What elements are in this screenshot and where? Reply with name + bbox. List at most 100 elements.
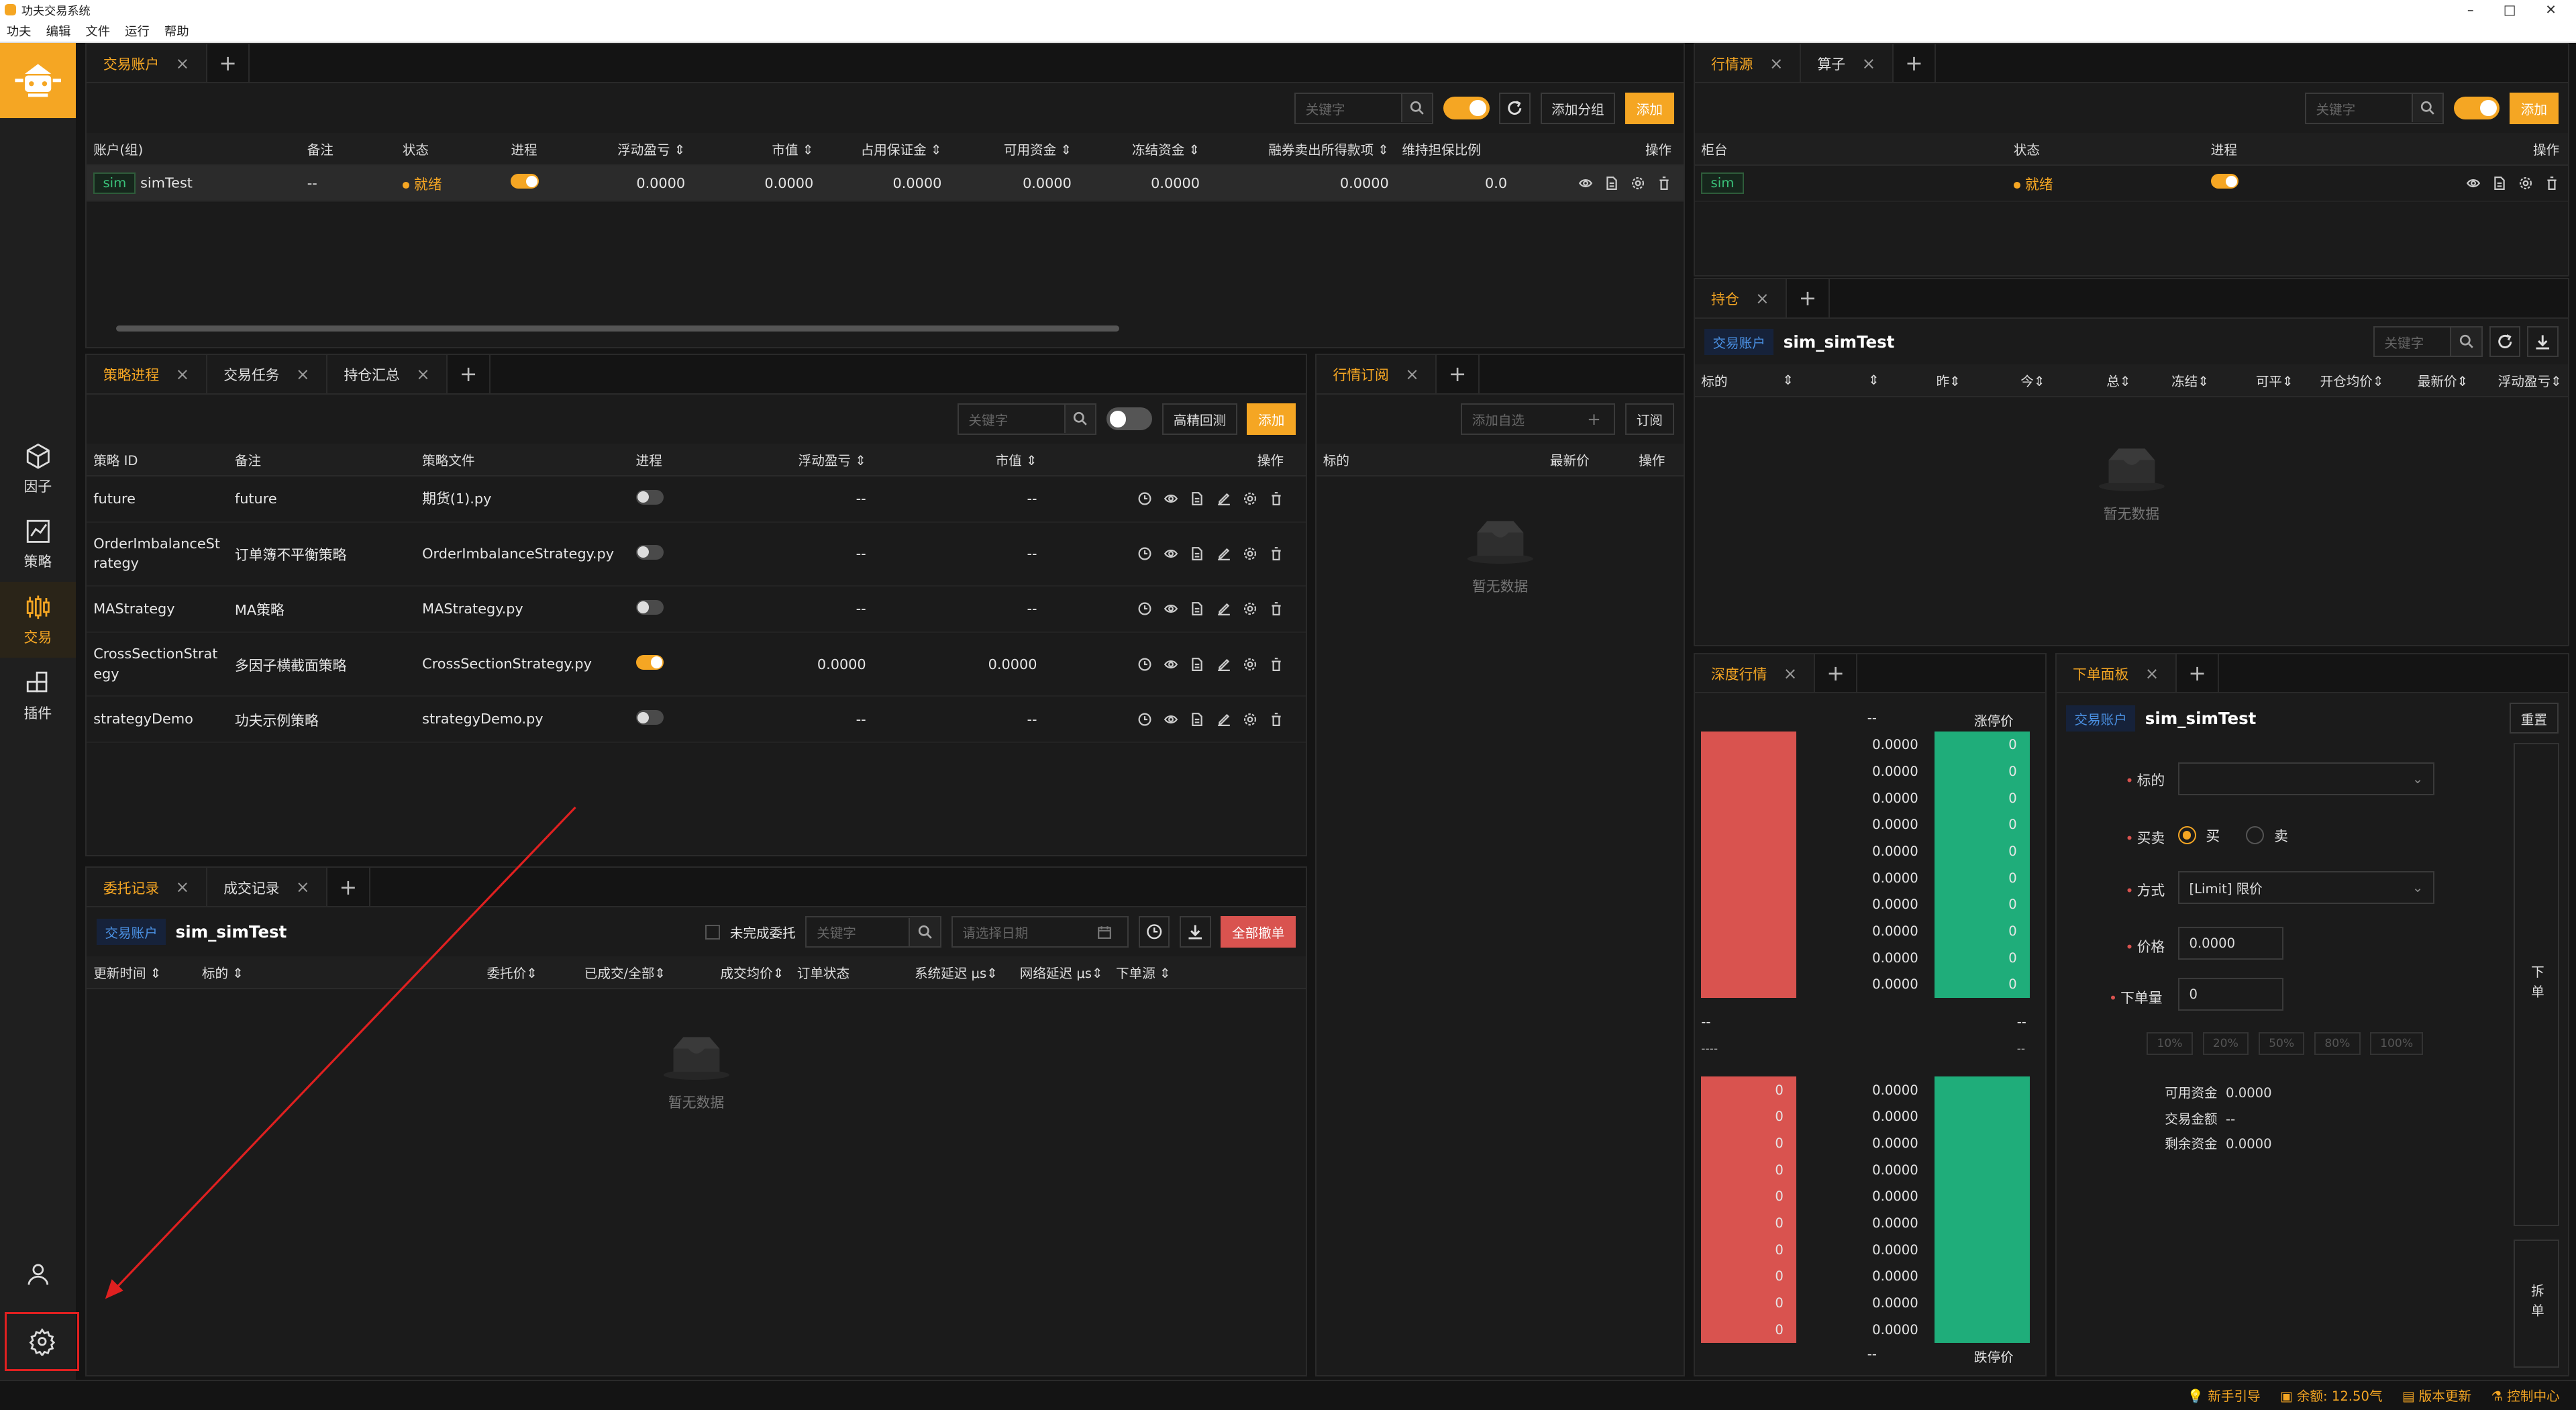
- eye-icon[interactable]: [1164, 491, 1178, 506]
- plus-icon[interactable]: +: [1587, 409, 1601, 429]
- calendar-icon[interactable]: [1097, 925, 1112, 940]
- table-row[interactable]: MAStrategy MA策略 MAStrategy.py -- --: [87, 587, 1306, 633]
- col-header[interactable]: 已成交/全部: [584, 966, 655, 981]
- horizontal-scrollbar[interactable]: [116, 325, 1119, 332]
- minimize-button[interactable]: –: [2467, 2, 2474, 17]
- col-header[interactable]: 占用保证金: [861, 142, 927, 158]
- refresh-icon[interactable]: [2489, 325, 2521, 358]
- col-header[interactable]: 浮动盈亏: [798, 453, 851, 468]
- gear-icon[interactable]: [2518, 176, 2533, 191]
- eye-icon[interactable]: [1164, 601, 1178, 616]
- menu-file[interactable]: 文件: [85, 22, 110, 40]
- tab-position-summary[interactable]: 持仓汇总 ×: [327, 354, 448, 393]
- sidebar-item-strategy[interactable]: 策略: [0, 507, 76, 583]
- percent-20-button[interactable]: 20%: [2202, 1032, 2249, 1056]
- search-input[interactable]: 关键字: [807, 922, 909, 942]
- cancel-all-button[interactable]: 全部撤单: [1221, 916, 1296, 948]
- col-header[interactable]: 可平: [2256, 374, 2282, 389]
- close-button[interactable]: ✕: [2545, 2, 2556, 17]
- add-tab-button[interactable]: +: [327, 868, 370, 906]
- subscribe-button[interactable]: 订阅: [1625, 403, 1674, 435]
- trash-icon[interactable]: [1269, 657, 1284, 672]
- order-type-select[interactable]: [Limit] 限价 ⌄: [2177, 871, 2434, 905]
- add-tab-button[interactable]: +: [1815, 654, 1858, 693]
- tab-strategy-process[interactable]: 策略进程 ×: [87, 354, 207, 393]
- tab-depth-market[interactable]: 深度行情 ×: [1694, 654, 1815, 693]
- menu-edit[interactable]: 编辑: [46, 22, 71, 40]
- date-input[interactable]: 请选择日期: [953, 922, 1098, 942]
- gear-icon[interactable]: [1631, 176, 1645, 191]
- col-header[interactable]: 成交均价: [720, 966, 772, 981]
- close-icon[interactable]: ×: [1769, 54, 1784, 73]
- strategy-process-toggle[interactable]: [635, 544, 664, 560]
- history-icon[interactable]: [1137, 491, 1152, 506]
- col-header[interactable]: 系统延迟 μs: [915, 966, 986, 981]
- gear-icon[interactable]: [1243, 491, 1257, 506]
- process-toggle[interactable]: [1106, 407, 1153, 431]
- col-header[interactable]: 浮动盈亏: [2498, 374, 2551, 389]
- percent-80-button[interactable]: 80%: [2314, 1032, 2361, 1056]
- col-header[interactable]: 融券卖出所得款项: [1268, 142, 1374, 158]
- backtest-button[interactable]: 高精回测: [1162, 403, 1237, 435]
- file-icon[interactable]: [1190, 657, 1204, 672]
- col-header[interactable]: 冻结资金: [1132, 142, 1184, 158]
- edit-icon[interactable]: [1217, 712, 1231, 727]
- col-header[interactable]: 账户(组): [87, 139, 301, 158]
- close-icon[interactable]: ×: [296, 364, 310, 384]
- add-tab-button[interactable]: +: [2177, 654, 2220, 693]
- file-icon[interactable]: [1190, 546, 1204, 561]
- sidebar-item-plugin[interactable]: 插件: [0, 658, 76, 734]
- menu-help[interactable]: 帮助: [164, 22, 189, 40]
- buy-radio[interactable]: [2177, 825, 2196, 844]
- table-row[interactable]: OrderImbalanceStrategy 订单簿不平衡策略 OrderImb…: [87, 523, 1306, 587]
- eye-icon[interactable]: [1164, 546, 1178, 561]
- col-header[interactable]: 开仓均价: [2320, 374, 2373, 389]
- trash-icon[interactable]: [1269, 546, 1284, 561]
- download-icon[interactable]: [2527, 325, 2559, 358]
- edit-icon[interactable]: [1217, 546, 1231, 561]
- file-icon[interactable]: [1190, 601, 1204, 616]
- price-input[interactable]: 0.0000: [2177, 927, 2283, 960]
- add-tab-button[interactable]: +: [1437, 354, 1480, 393]
- tab-market-subscribe[interactable]: 行情订阅 ×: [1317, 354, 1437, 393]
- trash-icon[interactable]: [1269, 491, 1284, 506]
- file-icon[interactable]: [2492, 176, 2507, 191]
- percent-10-button[interactable]: 10%: [2147, 1032, 2193, 1056]
- percent-100-button[interactable]: 100%: [2370, 1032, 2423, 1056]
- strategy-process-toggle[interactable]: [635, 599, 664, 615]
- update-link[interactable]: ▤ 版本更新: [2402, 1385, 2471, 1405]
- download-icon[interactable]: [1180, 916, 1211, 948]
- close-icon[interactable]: ×: [176, 877, 190, 897]
- add-strategy-button[interactable]: 添加: [1247, 403, 1296, 435]
- gear-icon[interactable]: [1243, 546, 1257, 561]
- tab-trade-task[interactable]: 交易任务 ×: [207, 354, 327, 393]
- col-header[interactable]: 标的: [1695, 370, 1776, 390]
- volume-input[interactable]: 0: [2177, 978, 2283, 1011]
- history-icon[interactable]: [1137, 657, 1152, 672]
- maximize-button[interactable]: □: [2504, 2, 2516, 17]
- col-header[interactable]: 总: [2106, 374, 2120, 389]
- history-icon[interactable]: [1137, 546, 1152, 561]
- eye-icon[interactable]: [2466, 176, 2481, 191]
- eye-icon[interactable]: [1578, 176, 1593, 191]
- process-toggle[interactable]: [2453, 97, 2500, 120]
- add-watchlist-input[interactable]: 添加自选: [1462, 409, 1587, 429]
- split-order-button[interactable]: 拆单: [2513, 1239, 2560, 1368]
- close-icon[interactable]: ×: [1405, 364, 1419, 384]
- col-header[interactable]: 今: [2020, 374, 2034, 389]
- tab-order-panel[interactable]: 下单面板 ×: [2056, 654, 2177, 693]
- search-input[interactable]: 关键字: [2375, 332, 2451, 352]
- close-icon[interactable]: ×: [2145, 664, 2159, 683]
- tab-operator[interactable]: 算子 ×: [1800, 44, 1894, 83]
- search-input[interactable]: 关键字: [2306, 99, 2412, 118]
- add-group-button[interactable]: 添加分组: [1540, 92, 1616, 124]
- col-header[interactable]: 浮动盈亏: [617, 142, 670, 158]
- col-header[interactable]: 委托价: [486, 966, 526, 981]
- col-header[interactable]: 昨: [1937, 374, 1950, 389]
- edit-icon[interactable]: [1217, 657, 1231, 672]
- settings-button[interactable]: [5, 1312, 79, 1372]
- add-source-button[interactable]: 添加: [2510, 92, 2559, 124]
- strategy-process-toggle[interactable]: [635, 489, 664, 505]
- trash-icon[interactable]: [2544, 176, 2559, 191]
- menu-kungfu[interactable]: 功夫: [7, 22, 32, 40]
